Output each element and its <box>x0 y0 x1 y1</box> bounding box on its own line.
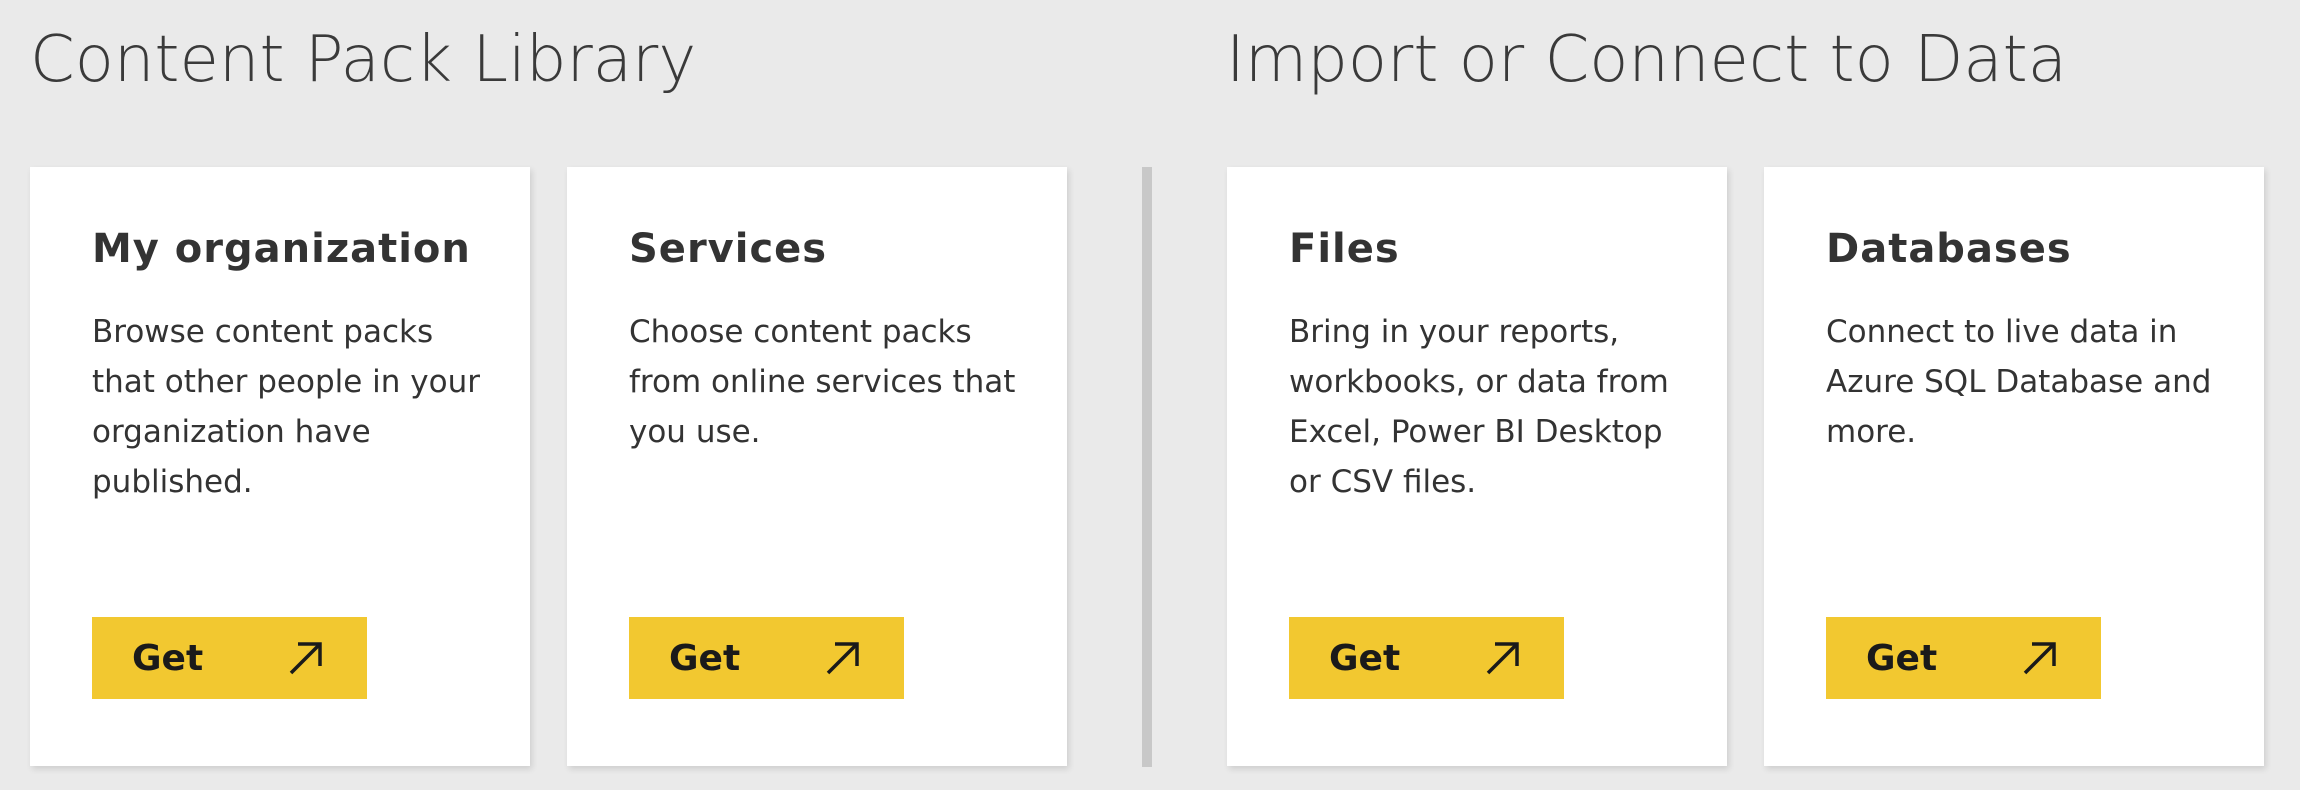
get-button-label: Get <box>132 638 204 679</box>
get-button-label: Get <box>1866 638 1938 679</box>
get-services-button[interactable]: Get <box>629 617 904 699</box>
arrow-up-right-icon <box>289 642 322 675</box>
arrow-up-right-icon <box>1486 642 1519 675</box>
arrow-up-right-icon <box>826 642 859 675</box>
get-button-label: Get <box>669 638 741 679</box>
card-my-organization: My organization Browse content packs tha… <box>30 167 530 766</box>
get-databases-button[interactable]: Get <box>1826 617 2101 699</box>
card-databases: Databases Connect to live data in Azure … <box>1764 167 2264 766</box>
card-files: Files Bring in your reports, workbooks, … <box>1227 167 1727 766</box>
card-title: Databases <box>1826 226 2072 272</box>
section-divider <box>1142 167 1152 767</box>
card-services: Services Choose content packs from onlin… <box>567 167 1067 766</box>
get-my-organization-button[interactable]: Get <box>92 617 367 699</box>
import-connect-data-title: Import or Connect to Data <box>1226 23 2067 97</box>
card-description: Bring in your reports, workbooks, or dat… <box>1289 314 1669 500</box>
get-button-label: Get <box>1329 638 1401 679</box>
card-title: Files <box>1289 226 1400 272</box>
card-title: Services <box>629 226 828 272</box>
get-files-button[interactable]: Get <box>1289 617 1564 699</box>
card-description: Choose content packs from online service… <box>629 314 1016 450</box>
card-description: Connect to live data in Azure SQL Databa… <box>1826 314 2212 450</box>
card-title: My organization <box>92 226 471 272</box>
content-pack-library-title: Content Pack Library <box>30 23 697 97</box>
card-description: Browse content packs that other people i… <box>92 314 480 500</box>
arrow-up-right-icon <box>2023 642 2056 675</box>
